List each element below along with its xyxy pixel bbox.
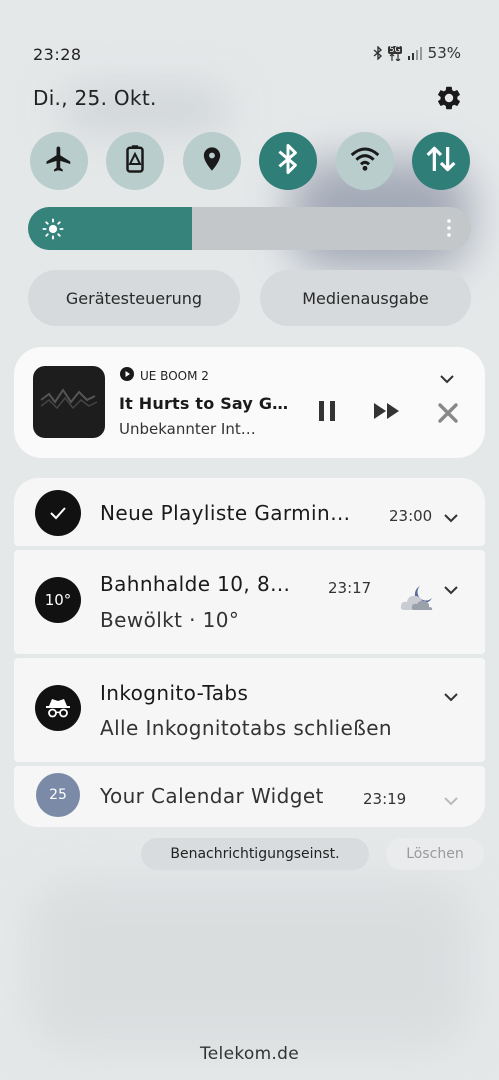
- chevron-down-icon[interactable]: [444, 508, 458, 527]
- notification-playlist[interactable]: Neue Playliste Garmin… 23:00: [14, 478, 485, 546]
- media-source-label: UE BOOM 2: [140, 368, 209, 383]
- status-icons: 5G 53%: [373, 44, 461, 62]
- calendar-avatar: 25: [36, 773, 80, 817]
- notification-text: Bewölkt · 10°: [100, 608, 240, 632]
- notification-incognito[interactable]: Inkognito-Tabs Alle Inkognitotabs schlie…: [14, 658, 485, 762]
- chevron-down-icon[interactable]: [444, 791, 458, 810]
- pause-icon: [319, 401, 335, 421]
- notification-title: Inkognito-Tabs: [100, 681, 249, 705]
- notification-time: 23:17: [328, 579, 372, 597]
- airplane-mode-toggle[interactable]: [30, 132, 88, 190]
- media-title: It Hurts to Say G…: [119, 394, 289, 413]
- chevron-down-icon[interactable]: [444, 580, 458, 599]
- network-type-label: 5G: [388, 44, 402, 54]
- more-options-icon[interactable]: [447, 219, 451, 241]
- notification-settings-button[interactable]: Benachrichtigungseinst.: [141, 838, 369, 870]
- clear-button[interactable]: Löschen: [386, 838, 484, 870]
- weather-avatar: 10°: [35, 577, 81, 623]
- bluetooth-toggle[interactable]: [259, 132, 318, 190]
- notification-list: Neue Playliste Garmin… 23:00 10° Bahnhal…: [14, 478, 485, 827]
- airplane-icon: [44, 144, 74, 178]
- pause-button[interactable]: [314, 398, 340, 424]
- notification-title: Your Calendar Widget: [100, 784, 324, 808]
- notification-time: 23:19: [363, 790, 407, 808]
- notification-text: Alle Inkognitotabs schließen: [100, 716, 393, 740]
- data-arrows-icon: [425, 144, 457, 178]
- fast-forward-icon: [374, 403, 399, 419]
- close-media-button[interactable]: [436, 401, 460, 425]
- brightness-slider[interactable]: [28, 207, 471, 250]
- quick-settings: [30, 132, 470, 190]
- chevron-down-icon[interactable]: [444, 687, 458, 706]
- power-saving-toggle[interactable]: [106, 132, 165, 190]
- location-pin-icon: [198, 144, 226, 178]
- network-type-icon: 5G: [388, 44, 402, 61]
- calendar-day-badge: 25: [49, 787, 67, 803]
- notification-title: Neue Playliste Garmin…: [100, 501, 351, 525]
- media-player-card[interactable]: UE BOOM 2 It Hurts to Say G… Unbekannter…: [14, 347, 485, 458]
- bluetooth-icon: [275, 143, 301, 179]
- media-output-button[interactable]: Medienausgabe: [260, 270, 471, 326]
- notification-calendar[interactable]: 25 Your Calendar Widget 23:19: [14, 766, 485, 827]
- play-circle-icon: [120, 367, 134, 384]
- date-label: Di., 25. Okt.: [33, 86, 157, 110]
- battery-saver-icon: [122, 144, 148, 178]
- check-icon: [35, 490, 81, 536]
- skip-next-button[interactable]: [372, 400, 402, 422]
- notification-weather[interactable]: 10° Bahnhalde 10, 8… 23:17 Bewölkt · 10°: [14, 550, 485, 654]
- status-bar: 23:28 5G 53%: [0, 40, 499, 70]
- gear-icon[interactable]: [435, 84, 463, 112]
- mobile-data-toggle[interactable]: [411, 132, 470, 190]
- cloudy-night-icon: [398, 582, 438, 618]
- temperature-badge: 10°: [44, 591, 72, 609]
- chevron-down-icon[interactable]: [440, 369, 454, 388]
- media-artist: Unbekannter Int…: [119, 420, 256, 438]
- notification-title: Bahnhalde 10, 8…: [100, 572, 291, 596]
- carrier-label: Telekom.de: [200, 1044, 299, 1064]
- device-control-button[interactable]: Gerätesteuerung: [28, 270, 240, 326]
- media-source: UE BOOM 2: [120, 367, 209, 384]
- incognito-icon: [35, 685, 81, 731]
- signal-icon: [407, 46, 423, 60]
- status-time: 23:28: [33, 45, 82, 64]
- location-toggle[interactable]: [182, 132, 241, 190]
- battery-percent: 53%: [427, 44, 461, 62]
- sun-icon: [42, 218, 64, 244]
- wifi-icon: [349, 145, 381, 177]
- close-icon: [438, 403, 458, 423]
- notification-time: 23:00: [389, 507, 433, 525]
- wifi-toggle[interactable]: [335, 132, 394, 190]
- album-art: [33, 366, 105, 438]
- bluetooth-status-icon: [373, 46, 383, 60]
